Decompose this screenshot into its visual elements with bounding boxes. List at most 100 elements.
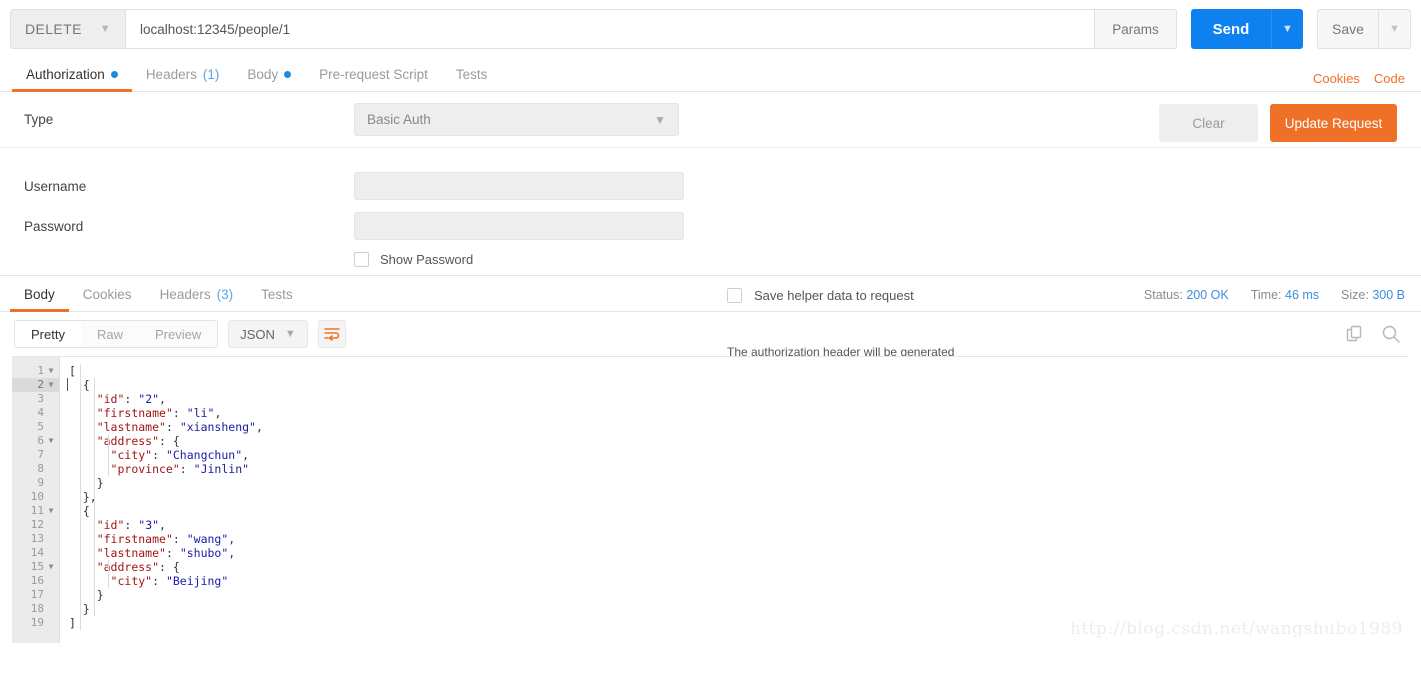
editor-gutter: 1▼2▼3▼4▼5▼6▼7▼8▼9▼10▼11▼12▼13▼14▼15▼16▼1… bbox=[12, 357, 60, 643]
request-url-input[interactable] bbox=[125, 9, 1095, 49]
time-value: 46 ms bbox=[1285, 288, 1320, 302]
gutter-line: 10▼ bbox=[30, 490, 44, 503]
show-password-checkbox[interactable] bbox=[354, 252, 369, 267]
fold-arrow-icon[interactable]: ▼ bbox=[47, 560, 55, 574]
clear-button[interactable]: Clear bbox=[1159, 104, 1258, 142]
gutter-line: 12▼ bbox=[30, 518, 44, 531]
save-options-caret[interactable]: ▼ bbox=[1379, 9, 1411, 49]
copy-button[interactable] bbox=[1346, 325, 1365, 344]
size-label: Size: bbox=[1341, 288, 1369, 302]
tab-headers[interactable]: Headers (1) bbox=[132, 57, 234, 91]
gutter-line: 2 ▼ bbox=[12, 378, 59, 392]
cookies-link[interactable]: Cookies bbox=[1313, 71, 1360, 86]
view-label: Preview bbox=[154, 326, 202, 342]
clear-label: Clear bbox=[1192, 115, 1225, 131]
chevron-down-icon: ▼ bbox=[1389, 23, 1400, 35]
code-link[interactable]: Code bbox=[1374, 71, 1405, 86]
editor-code-area[interactable]: [ { "id": "2", "firstname": "li", "lastn… bbox=[60, 357, 1409, 643]
text-cursor bbox=[67, 378, 68, 391]
search-icon bbox=[1382, 325, 1400, 343]
size-meta: Size: 300 B bbox=[1341, 288, 1405, 302]
code-line: "address": { bbox=[96, 434, 180, 448]
response-tab-bar: Body Cookies Headers (3) Tests Status: 2… bbox=[0, 276, 1421, 312]
tab-count: (3) bbox=[216, 286, 234, 302]
tab-body[interactable]: Body bbox=[233, 57, 305, 91]
fold-arrow-icon[interactable]: ▼ bbox=[47, 364, 55, 378]
response-tab-cookies[interactable]: Cookies bbox=[69, 277, 146, 311]
chevron-down-icon: ▼ bbox=[654, 112, 666, 127]
gutter-line: 6 ▼ bbox=[37, 434, 55, 448]
response-language-select[interactable]: JSON ▼ bbox=[228, 320, 308, 348]
fold-arrow-icon[interactable]: ▼ bbox=[47, 434, 55, 448]
view-pretty-button[interactable]: Pretty bbox=[15, 321, 81, 347]
code-line: "firstname": "wang", bbox=[96, 532, 236, 546]
tab-label: Body bbox=[24, 286, 55, 302]
params-button[interactable]: Params bbox=[1095, 9, 1177, 49]
search-button[interactable] bbox=[1381, 324, 1401, 344]
response-tab-tests[interactable]: Tests bbox=[247, 277, 307, 311]
view-label: Raw bbox=[96, 326, 123, 342]
time-meta: Time: 46 ms bbox=[1251, 288, 1319, 302]
code-line: } bbox=[96, 476, 104, 490]
tab-authorization[interactable]: Authorization bbox=[12, 57, 132, 92]
response-meta: Status: 200 OK Time: 46 ms Size: 300 B bbox=[1144, 288, 1421, 311]
username-input[interactable] bbox=[354, 172, 684, 200]
language-value: JSON bbox=[240, 326, 275, 342]
view-preview-button[interactable]: Preview bbox=[138, 321, 218, 347]
send-button[interactable]: Send bbox=[1191, 9, 1271, 49]
gutter-line: 15 ▼ bbox=[30, 560, 55, 574]
tab-pre-request-script[interactable]: Pre-request Script bbox=[305, 57, 442, 91]
code-line: "city": "Changchun", bbox=[110, 448, 250, 462]
gutter-line: 1 ▼ bbox=[37, 364, 55, 378]
gutter-line: 5▼ bbox=[37, 420, 44, 433]
code-line: { bbox=[82, 504, 90, 518]
http-method-select[interactable]: DELETE ▼ bbox=[10, 9, 125, 49]
gutter-line: 7▼ bbox=[37, 448, 44, 461]
chevron-down-icon: ▼ bbox=[284, 328, 296, 340]
copy-icon bbox=[1346, 325, 1362, 341]
params-label: Params bbox=[1112, 21, 1159, 37]
save-helper-row: Save helper data to request bbox=[727, 288, 914, 303]
tab-label: Body bbox=[247, 66, 279, 82]
gutter-line: 3▼ bbox=[37, 392, 44, 405]
indent-guide bbox=[80, 364, 81, 630]
response-tab-body[interactable]: Body bbox=[10, 277, 69, 312]
code-line: "address": { bbox=[96, 560, 180, 574]
status-meta: Status: 200 OK bbox=[1144, 288, 1229, 302]
modified-dot-icon bbox=[284, 70, 292, 78]
tab-label: Pre-request Script bbox=[319, 66, 428, 82]
view-raw-button[interactable]: Raw bbox=[80, 321, 139, 347]
auth-credentials-panel: Username Password Show Password The auth… bbox=[0, 148, 1421, 375]
save-button[interactable]: Save bbox=[1317, 9, 1379, 49]
request-tab-bar: Authorization Headers (1) Body Pre-reque… bbox=[0, 58, 1421, 92]
code-line: "lastname": "xiansheng", bbox=[96, 420, 263, 434]
save-button-group: Save ▼ bbox=[1317, 9, 1411, 49]
gutter-line: 11 ▼ bbox=[30, 504, 55, 518]
auth-action-buttons: Clear Update Request bbox=[1159, 104, 1397, 142]
request-tab-links: Cookies Code bbox=[1313, 71, 1421, 91]
modified-dot-icon bbox=[110, 70, 118, 78]
gutter-line: 19▼ bbox=[30, 616, 44, 629]
request-url-bar: DELETE ▼ Params Send ▼ Save ▼ bbox=[0, 0, 1421, 58]
show-password-row: Show Password bbox=[354, 252, 1397, 267]
status-value: 200 OK bbox=[1186, 288, 1229, 302]
send-options-caret[interactable]: ▼ bbox=[1271, 9, 1303, 49]
auth-type-row: Type Basic Auth ▼ Clear Update Request bbox=[0, 92, 1421, 148]
word-wrap-button[interactable] bbox=[317, 320, 346, 348]
fold-arrow-icon[interactable]: ▼ bbox=[47, 378, 55, 392]
word-wrap-icon bbox=[323, 328, 340, 341]
tab-tests[interactable]: Tests bbox=[442, 57, 502, 91]
password-input[interactable] bbox=[354, 212, 684, 240]
code-line: "lastname": "shubo", bbox=[96, 546, 236, 560]
code-line: "id": "3", bbox=[96, 518, 166, 532]
tab-label: Tests bbox=[261, 286, 293, 302]
fold-arrow-icon[interactable]: ▼ bbox=[47, 504, 55, 518]
auth-type-select[interactable]: Basic Auth ▼ bbox=[354, 103, 679, 136]
code-line: "city": "Beijing" bbox=[110, 574, 229, 588]
response-body-editor[interactable]: 1▼2▼3▼4▼5▼6▼7▼8▼9▼10▼11▼12▼13▼14▼15▼16▼1… bbox=[12, 356, 1409, 643]
response-tab-headers[interactable]: Headers (3) bbox=[146, 277, 248, 311]
gutter-line: 17▼ bbox=[30, 588, 44, 601]
update-request-button[interactable]: Update Request bbox=[1270, 104, 1397, 142]
save-helper-checkbox[interactable] bbox=[727, 288, 742, 303]
gutter-line: 4▼ bbox=[37, 406, 44, 419]
